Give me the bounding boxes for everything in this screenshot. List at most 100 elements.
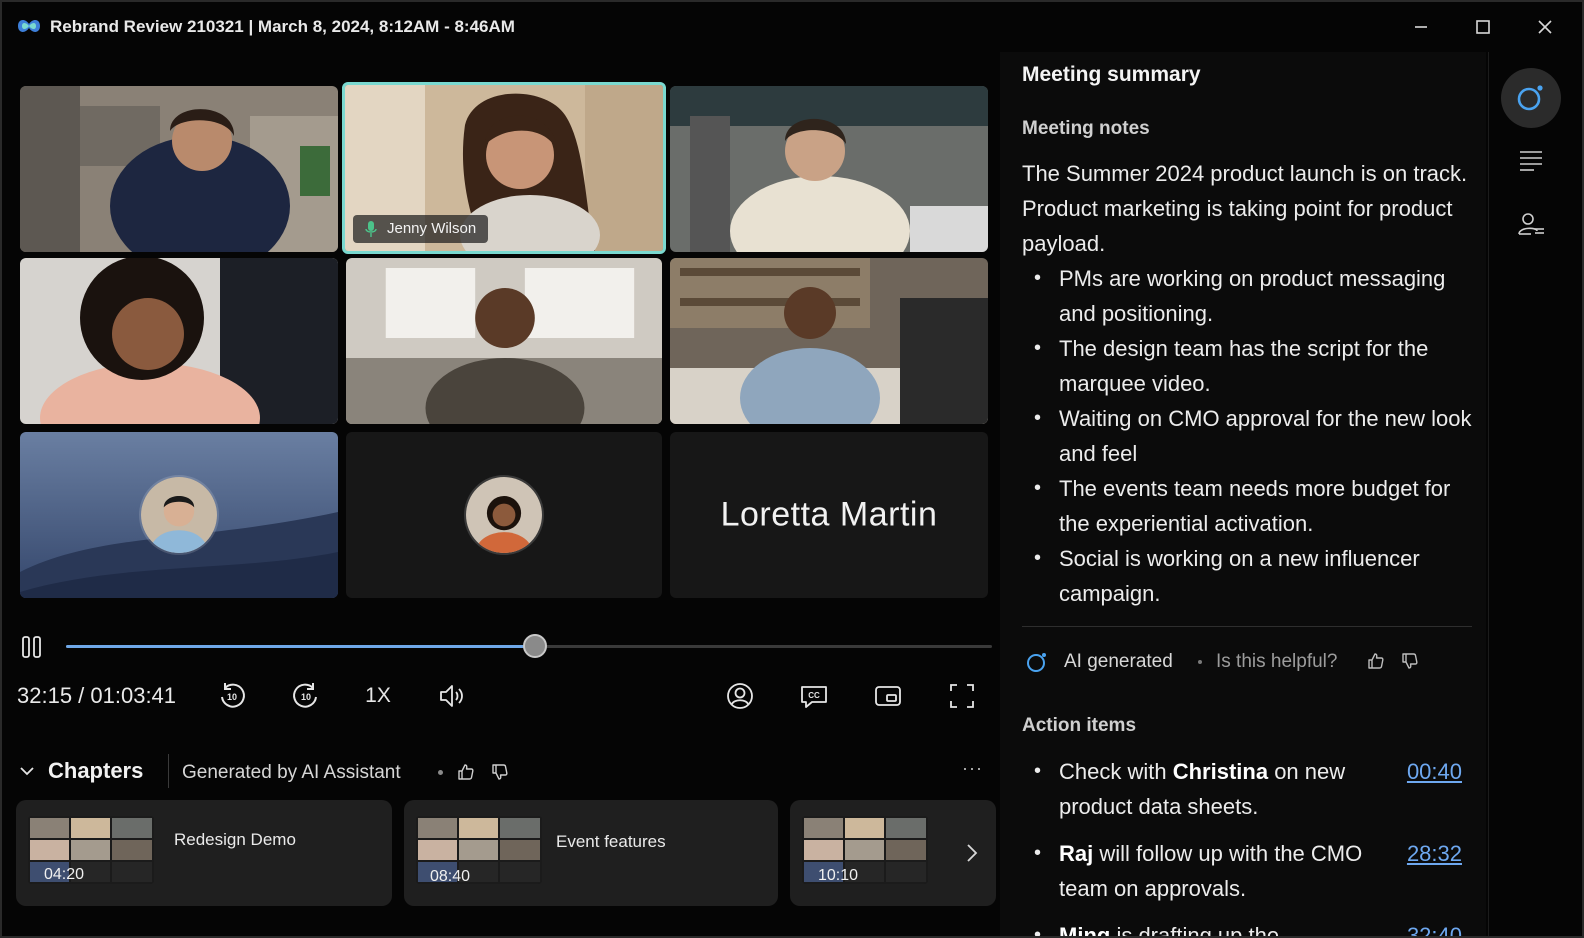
minimize-icon [1415, 26, 1427, 28]
video-tile-participant-5[interactable] [346, 258, 662, 424]
list-item: Waiting on CMO approval for the new look… [1022, 401, 1474, 471]
volume-button[interactable] [434, 678, 470, 714]
svg-text:CC: CC [808, 691, 820, 700]
copilot-icon [1517, 85, 1543, 111]
active-speaker-name: Jenny Wilson [387, 220, 477, 237]
people-list-button[interactable] [1501, 194, 1561, 254]
meeting-notes-paragraph: The Summer 2024 product launch is on tra… [1022, 161, 1468, 256]
active-speaker-chip: Jenny Wilson [353, 215, 489, 243]
copilot-icon [1027, 653, 1046, 672]
picture-in-picture-icon [875, 686, 901, 706]
playback-speed-button[interactable]: 1X [360, 678, 396, 714]
thumbs-down-icon[interactable] [490, 762, 510, 782]
maximize-button[interactable] [1470, 14, 1496, 40]
participants-button[interactable] [722, 678, 758, 714]
action-item: Check with Christina on new product data… [1022, 754, 1482, 824]
rewind-10-icon: 10 [221, 683, 245, 708]
transcript-icon [1520, 151, 1542, 171]
captions-button[interactable]: CC [796, 678, 832, 714]
chapters-divider [168, 754, 169, 788]
divider [1022, 626, 1472, 627]
chapter-card-2[interactable]: Event features [404, 800, 778, 906]
action-assignee: Christina [1172, 759, 1269, 784]
ai-generated-label: AI generated [1064, 651, 1173, 672]
minimize-button[interactable] [1408, 14, 1434, 40]
action-timestamp-link[interactable]: 32:40 [1407, 918, 1462, 936]
meeting-summary-panel: Meeting summary Meeting notes The Summer… [1000, 52, 1486, 938]
action-text-post: will follow up with the CMO team on appr… [1059, 841, 1363, 901]
copilot-button[interactable] [1501, 68, 1561, 128]
chapters-more-options[interactable]: ··· [962, 758, 983, 779]
video-tile-participant-8[interactable] [346, 432, 662, 598]
action-text-post: is drafting up the [1110, 923, 1280, 938]
chapter-label-1: Redesign Demo [174, 830, 296, 849]
progress-fill [66, 645, 535, 648]
progress-scrubber-handle[interactable] [522, 634, 547, 658]
svg-text:10: 10 [227, 692, 237, 702]
chapter-time-1: 04:20 [44, 866, 85, 883]
action-timestamp-link[interactable]: 00:40 [1407, 754, 1462, 789]
participant-video-3 [670, 86, 988, 252]
action-text-pre: Check with [1059, 759, 1173, 784]
people-list-icon [1518, 213, 1544, 235]
chapters-title[interactable]: Chapters [48, 758, 143, 784]
thumbs-up-icon[interactable] [1366, 651, 1386, 671]
title-bar: Rebrand Review 210321 | March 8, 2024, 8… [2, 2, 1582, 52]
forward-10-button[interactable]: 10 [288, 678, 324, 714]
video-tile-participant-4[interactable] [20, 258, 338, 424]
chapter-card-1[interactable]: Redesign Demo [16, 800, 392, 906]
meeting-notes-list: PMs are working on product messaging and… [1022, 261, 1474, 611]
action-items-heading: Action items [1022, 715, 1137, 736]
ai-feedback-row: AI generated Is this helpful? [1026, 649, 1476, 675]
list-item: The events team needs more budget for th… [1022, 471, 1474, 541]
chapters-generated-by: Generated by AI Assistant [182, 762, 401, 783]
chapters-separator-dot [438, 770, 443, 775]
video-tile-participant-6[interactable] [670, 258, 988, 424]
pause-button[interactable] [20, 634, 44, 660]
participant-avatar-8 [464, 475, 544, 555]
helpful-prompt: Is this helpful? [1216, 651, 1338, 672]
transcript-button[interactable] [1501, 130, 1561, 190]
app-logo-icon [18, 20, 40, 32]
window-title: Rebrand Review 210321 | March 8, 2024, 8… [50, 17, 515, 36]
close-button[interactable] [1532, 14, 1558, 40]
volume-icon [440, 685, 463, 707]
close-icon [1538, 20, 1552, 34]
camera-off-participant-name: Loretta Martin [720, 495, 938, 534]
action-assignee: Raj [1059, 841, 1094, 866]
chapter-time-3: 10:10 [818, 867, 859, 884]
thumbs-down-icon[interactable] [1400, 651, 1420, 671]
app-window: Rebrand Review 210321 | March 8, 2024, 8… [0, 0, 1584, 938]
video-tile-participant-1[interactable] [20, 86, 338, 252]
participant-video-4 [20, 258, 338, 424]
playback-progress-bar[interactable] [66, 634, 992, 658]
video-tile-participant-7[interactable] [20, 432, 338, 598]
svg-text:10: 10 [301, 692, 311, 702]
meeting-notes-heading: Meeting notes [1022, 118, 1150, 139]
action-item: Ming is drafting up the 32:40 [1022, 918, 1482, 938]
maximize-icon [1476, 20, 1490, 34]
pause-icon [22, 636, 41, 658]
picture-in-picture-button[interactable] [870, 678, 906, 714]
action-timestamp-link[interactable]: 28:32 [1407, 836, 1462, 871]
fullscreen-button[interactable] [944, 678, 980, 714]
video-tile-jenny-wilson[interactable]: Jenny Wilson [342, 82, 666, 254]
separator-dot [1198, 660, 1202, 664]
action-items-list: Check with Christina on new product data… [1022, 754, 1482, 938]
participants-icon [727, 683, 753, 709]
thumbs-up-icon[interactable] [456, 762, 476, 782]
video-tile-loretta-martin[interactable]: Loretta Martin [670, 432, 988, 598]
list-item: PMs are working on product messaging and… [1022, 261, 1474, 331]
chapter-time-2: 08:40 [430, 868, 471, 885]
rewind-10-button[interactable]: 10 [214, 678, 250, 714]
chevron-down-icon[interactable] [18, 762, 36, 780]
participant-video-6 [670, 258, 988, 424]
playback-time: 32:15 / 01:03:41 [17, 683, 177, 708]
participant-video-1 [20, 86, 338, 252]
video-tile-participant-3[interactable] [670, 86, 988, 252]
microphone-icon [365, 221, 377, 237]
chevron-right-icon[interactable] [960, 840, 984, 866]
action-item: Raj will follow up with the CMO team on … [1022, 836, 1482, 906]
participant-avatar-7 [139, 475, 219, 555]
summary-title: Meeting summary [1022, 63, 1201, 86]
